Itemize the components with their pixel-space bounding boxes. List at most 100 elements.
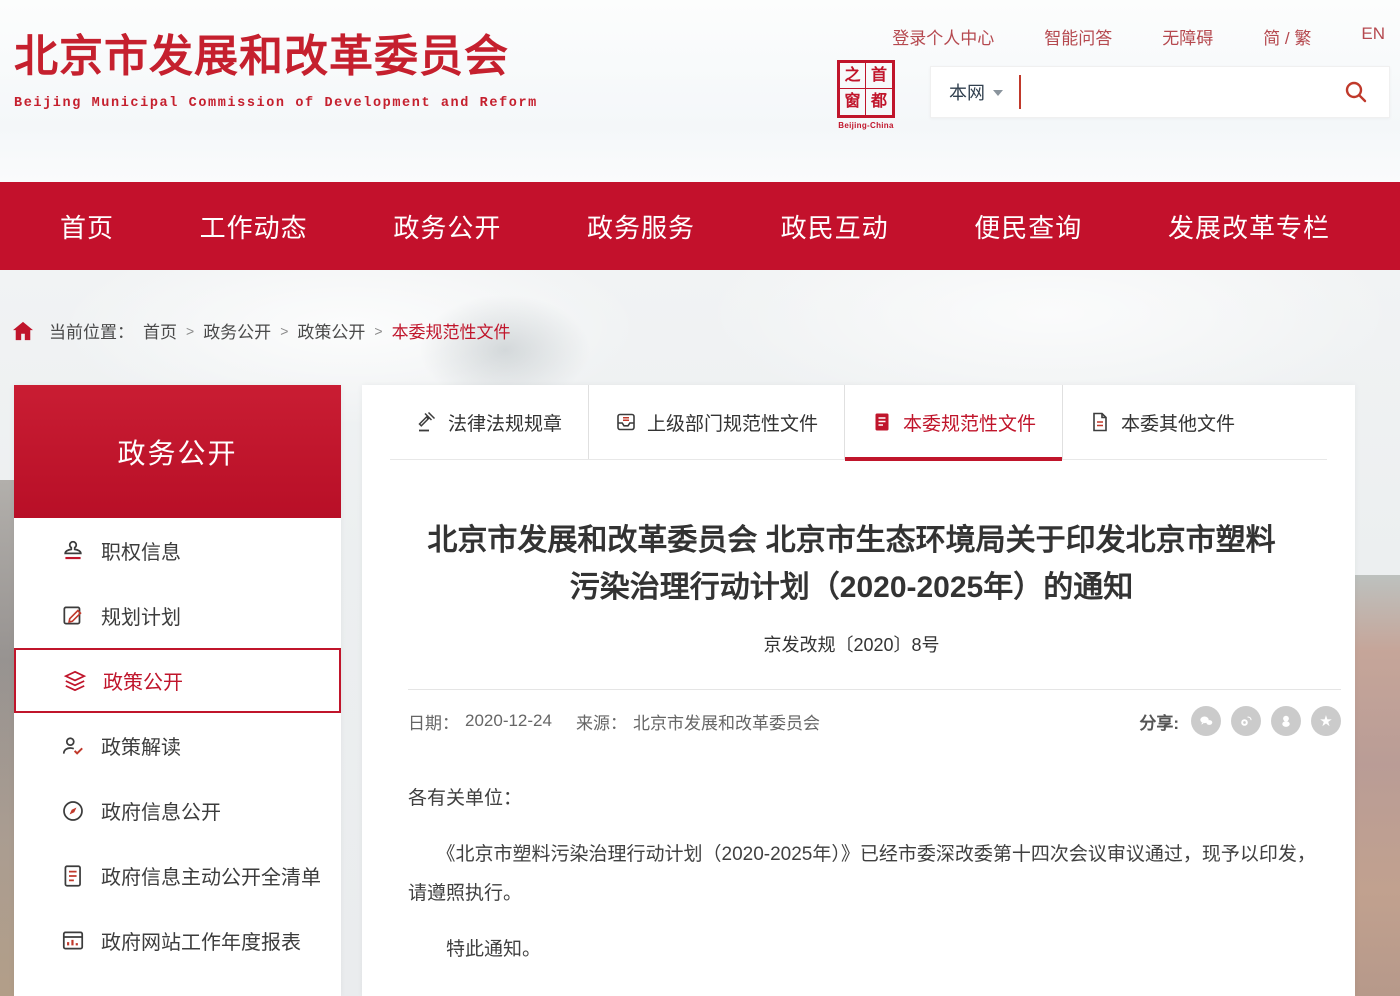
simplified-traditional-link[interactable]: 简 / 繁 xyxy=(1263,24,1311,49)
tab-superior-normative-docs[interactable]: 上级部门规范性文件 xyxy=(588,385,844,459)
nav-item-home[interactable]: 首页 xyxy=(60,208,114,245)
nav-item-gov-affairs[interactable]: 政务公开 xyxy=(393,208,501,245)
report-chart-icon xyxy=(60,928,86,954)
search-input[interactable] xyxy=(1021,72,1341,112)
tab-commission-normative-docs[interactable]: 本委规范性文件 xyxy=(844,385,1062,459)
sidebar-item-gov-info-disclosure[interactable]: 政府信息公开 xyxy=(14,778,341,843)
seal-char: 之 xyxy=(840,63,866,89)
tab-label: 本委其他文件 xyxy=(1121,409,1235,436)
salutation: 各有关单位： xyxy=(408,780,1331,819)
breadcrumb-separator: > xyxy=(186,323,194,339)
search-button[interactable] xyxy=(1341,77,1371,107)
sidebar-item-label: 政策公开 xyxy=(103,666,183,695)
background-photo-left xyxy=(0,480,14,996)
breadcrumb-home[interactable]: 首页 xyxy=(143,318,177,343)
login-link[interactable]: 登录个人中心 xyxy=(892,24,994,49)
search-scope-label: 本网 xyxy=(949,79,985,105)
search-icon xyxy=(1343,79,1369,105)
site-logo[interactable]: 北京市发展和改革委员会 Beijing Municipal Commission… xyxy=(14,20,538,111)
nav-item-work-news[interactable]: 工作动态 xyxy=(200,208,308,245)
document-copy-icon xyxy=(1089,411,1111,433)
seal-char: 窗 xyxy=(840,89,866,115)
sidebar-item-label: 政府网站工作年度报表 xyxy=(101,926,301,955)
main-navigation: 首页 工作动态 政务公开 政务服务 政民互动 便民查询 发展改革专栏 xyxy=(0,182,1400,270)
seal-char: 首 xyxy=(866,63,892,89)
document-number: 京发改规〔2020〕8号 xyxy=(362,631,1341,657)
paragraph: 特此通知。 xyxy=(408,931,1331,970)
capital-window-seal-logo[interactable]: 之 首 窗 都 Beijing-China xyxy=(835,60,897,130)
sidebar-item-policy-disclosure[interactable]: 政策公开 xyxy=(14,648,341,713)
document-type-tabs: 法律法规规章 上级部门规范性文件 本委规范性文件 xyxy=(390,385,1327,460)
tab-laws-regulations[interactable]: 法律法规规章 xyxy=(390,385,588,459)
breadcrumb-separator: > xyxy=(374,323,382,339)
date-label: 日期： xyxy=(408,709,459,734)
sidebar-item-label: 政策解读 xyxy=(101,731,181,760)
tab-label: 本委规范性文件 xyxy=(903,409,1036,436)
breadcrumb-gov-affairs[interactable]: 政务公开 xyxy=(203,318,271,343)
tab-label: 法律法规规章 xyxy=(448,409,562,436)
gavel-icon xyxy=(416,411,438,433)
english-link[interactable]: EN xyxy=(1361,24,1385,49)
sidebar-item-plans[interactable]: 规划计划 xyxy=(14,583,341,648)
smart-qa-link[interactable]: 智能问答 xyxy=(1044,24,1112,49)
compass-icon xyxy=(60,798,86,824)
seal-caption: Beijing-China xyxy=(835,121,897,130)
page: 北京市发展和改革委员会 Beijing Municipal Commission… xyxy=(0,0,1400,996)
weibo-share-icon[interactable] xyxy=(1231,706,1261,736)
sidebar-item-annual-website-report[interactable]: 政府网站工作年度报表 xyxy=(14,908,341,973)
catalog-icon xyxy=(60,993,86,996)
date-source: 日期： 2020-12-24 来源：北京市发展和改革委员会 xyxy=(408,709,820,734)
chevron-down-icon xyxy=(993,90,1003,96)
sidebar-item-label: 职权信息 xyxy=(101,536,181,565)
site-subtitle: Beijing Municipal Commission of Developm… xyxy=(14,96,538,111)
breadcrumb-policy[interactable]: 政策公开 xyxy=(297,318,365,343)
source-value: 北京市发展和改革委员会 xyxy=(633,709,820,734)
breadcrumb-current: 本委规范性文件 xyxy=(392,318,511,343)
share-bar: 分享: ★ xyxy=(1139,706,1341,736)
red-document-icon xyxy=(871,411,893,433)
person-check-icon xyxy=(60,733,86,759)
seal-char: 都 xyxy=(866,89,892,115)
nav-item-gov-services[interactable]: 政务服务 xyxy=(587,208,695,245)
source-label: 来源： xyxy=(576,709,627,734)
content-panel: 法律法规规章 上级部门规范性文件 本委规范性文件 xyxy=(362,385,1355,996)
article-title: 北京市发展和改革委员会 北京市生态环境局关于印发北京市塑料污染治理行动计划（20… xyxy=(417,518,1286,611)
sidebar-item-label: 决策目录 xyxy=(101,991,181,996)
plan-edit-icon xyxy=(60,603,86,629)
nav-item-reform-column[interactable]: 发展改革专栏 xyxy=(1168,208,1330,245)
nav-item-interaction[interactable]: 政民互动 xyxy=(781,208,889,245)
sidebar-item-label: 规划计划 xyxy=(101,601,181,630)
sidebar-title-label: 政务公开 xyxy=(117,432,237,472)
date-value: 2020-12-24 xyxy=(465,711,552,731)
sidebar-item-proactive-disclosure-list[interactable]: 政府信息主动公开全清单 xyxy=(14,843,341,908)
seal-icon: 之 首 窗 都 xyxy=(837,60,895,118)
top-utility-links: 登录个人中心 智能问答 无障碍 简 / 繁 EN xyxy=(892,24,1385,49)
favorite-share-icon[interactable]: ★ xyxy=(1311,706,1341,736)
paragraph: 《北京市塑料污染治理行动计划（2020-2025年）》已经市委深改委第十四次会议… xyxy=(408,836,1331,914)
nav-item-convenient-query[interactable]: 便民查询 xyxy=(974,208,1082,245)
breadcrumb-label: 当前位置： xyxy=(49,318,134,343)
search-scope-dropdown[interactable]: 本网 xyxy=(949,79,1003,105)
sidebar: 政务公开 职权信息 规划计划 政策公开 xyxy=(14,385,341,996)
site-search: 本网 xyxy=(930,66,1390,118)
site-title: 北京市发展和改革委员会 xyxy=(14,20,538,84)
tab-label: 上级部门规范性文件 xyxy=(647,409,818,436)
sidebar-item-label: 政府信息公开 xyxy=(101,796,221,825)
sidebar-item-decision-catalog[interactable]: 决策目录 xyxy=(14,973,341,996)
document-list-icon xyxy=(60,863,86,889)
article-meta: 日期： 2020-12-24 来源：北京市发展和改革委员会 分享: ★ xyxy=(408,690,1341,736)
qq-share-icon[interactable] xyxy=(1271,706,1301,736)
background-photo-right xyxy=(1352,575,1400,996)
accessibility-link[interactable]: 无障碍 xyxy=(1162,24,1213,49)
wechat-share-icon[interactable] xyxy=(1191,706,1221,736)
signature: 北京市发展和改革委员会 xyxy=(408,990,1331,996)
sidebar-item-label: 政府信息主动公开全清单 xyxy=(101,861,321,890)
tab-commission-other-docs[interactable]: 本委其他文件 xyxy=(1062,385,1261,459)
sidebar-item-policy-interpretation[interactable]: 政策解读 xyxy=(14,713,341,778)
layers-icon xyxy=(62,668,88,694)
home-icon[interactable] xyxy=(12,321,34,341)
stamp-icon xyxy=(60,538,86,564)
inbox-document-icon xyxy=(615,411,637,433)
sidebar-item-authority-info[interactable]: 职权信息 xyxy=(14,518,341,583)
sidebar-title: 政务公开 xyxy=(14,385,341,518)
